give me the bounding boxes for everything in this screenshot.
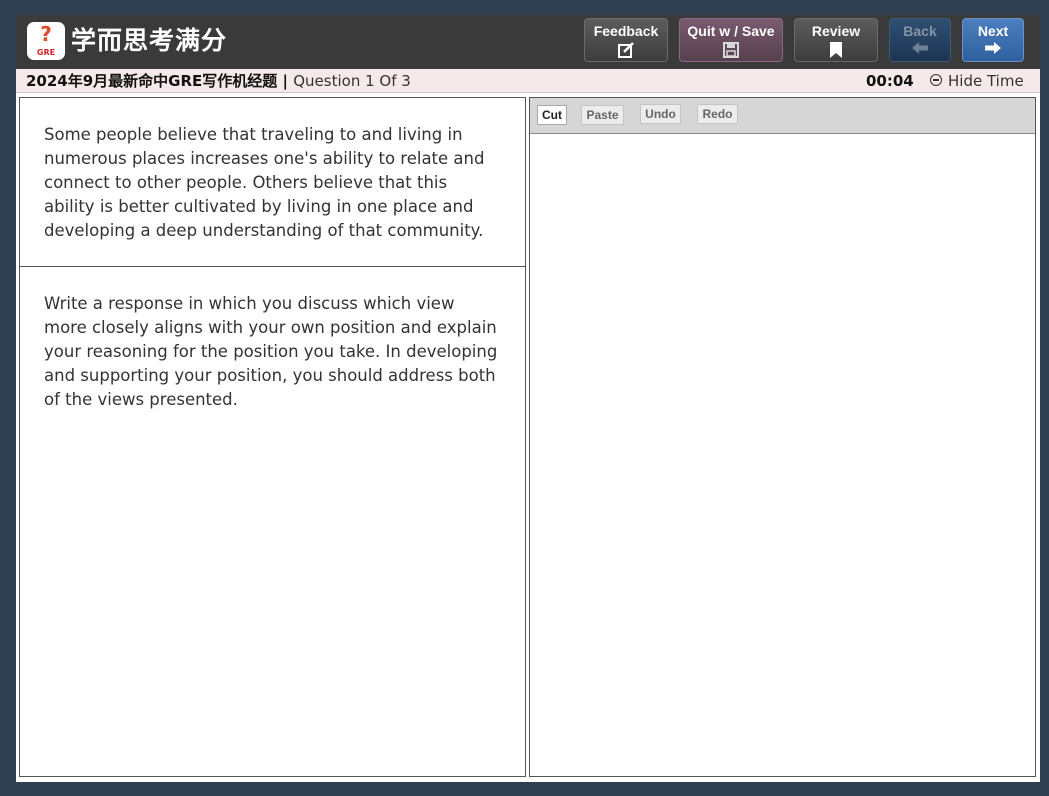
response-pane: Cut Paste Undo Redo [529,97,1036,777]
minus-circle-icon [930,74,942,86]
test-title-line: 2024年9月最新命中GRE写作机经题 | Question 1 Of 3 [26,72,411,90]
prompt-pane: Some people believe that traveling to an… [19,97,526,777]
back-button-label: Back [903,23,937,39]
prompt-statement-section: Some people believe that traveling to an… [20,98,525,267]
prompt-instructions: Write a response in which you discuss wh… [44,294,498,409]
top-toolbar: ? GRE 学而思考满分 Feedback Quit w / Save Revi… [16,15,1040,69]
review-button-label: Review [811,23,861,39]
bookmark-icon [830,42,842,58]
test-window: ? GRE 学而思考满分 Feedback Quit w / Save Revi… [16,15,1040,782]
undo-button[interactable]: Undo [640,104,681,124]
next-button-label: Next [977,23,1009,39]
test-title: 2024年9月最新命中GRE写作机经题 [26,72,278,90]
feedback-button[interactable]: Feedback [584,18,668,62]
arrow-left-icon [912,42,928,54]
paste-button[interactable]: Paste [581,105,624,125]
quit-save-button-label: Quit w / Save [687,23,775,39]
response-editor[interactable] [530,134,1035,776]
question-counter: Question 1 Of 3 [293,72,411,90]
edit-icon [618,42,634,58]
editor-toolbar: Cut Paste Undo Redo [530,98,1035,134]
cut-button[interactable]: Cut [537,105,567,125]
quit-save-button[interactable]: Quit w / Save [679,18,783,62]
hide-time-button[interactable]: Hide Time [930,72,1024,90]
brand-name: 学而思考满分 [71,26,228,55]
arrow-right-icon [985,42,1001,54]
feedback-button-label: Feedback [593,23,659,39]
logo: ? GRE [27,22,65,60]
prompt-statement: Some people believe that traveling to an… [44,125,485,240]
status-bar: 2024年9月最新命中GRE写作机经题 | Question 1 Of 3 00… [16,69,1040,93]
logo-mark: ? [40,22,52,46]
timer: 00:04 [866,72,914,90]
logo-text: GRE [36,48,56,57]
redo-button[interactable]: Redo [697,104,738,124]
next-button[interactable]: Next [962,18,1024,62]
hide-time-label: Hide Time [948,72,1024,90]
review-button[interactable]: Review [794,18,878,62]
title-separator: | [277,72,294,90]
save-icon [723,42,739,58]
back-button[interactable]: Back [889,18,951,62]
